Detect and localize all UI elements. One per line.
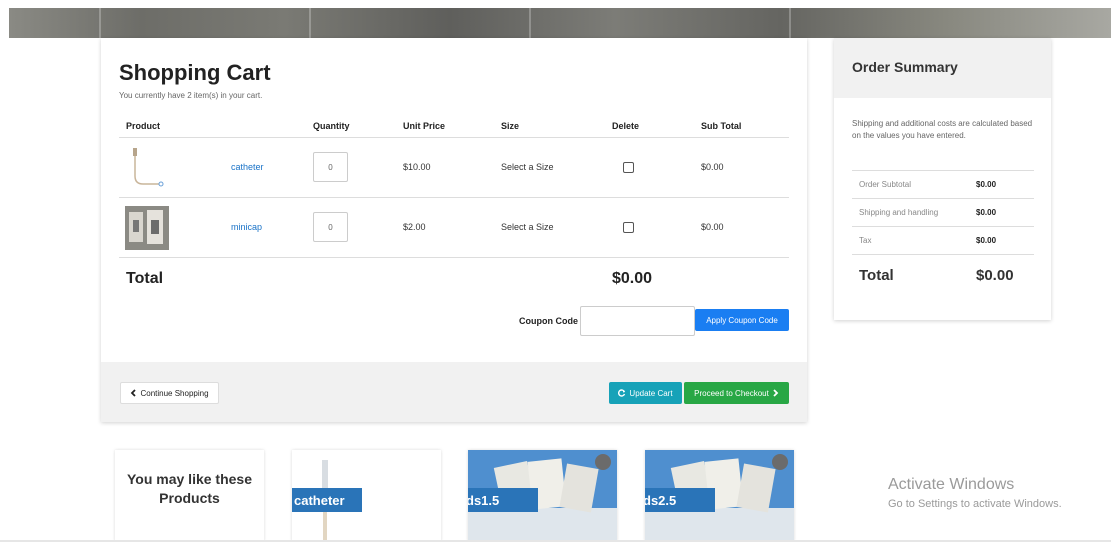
hero-banner xyxy=(9,8,1111,38)
sub-total: $0.00 xyxy=(701,162,724,172)
order-summary-panel: Order Summary Shipping and additional co… xyxy=(834,38,1051,320)
header-delete: Delete xyxy=(612,121,640,131)
cart-total-value: $0.00 xyxy=(612,270,653,287)
page-title: Shopping Cart xyxy=(119,60,271,85)
refresh-icon xyxy=(618,389,626,397)
catheter-thumbnail xyxy=(125,146,169,190)
size-select[interactable]: Select a Size xyxy=(501,162,554,172)
continue-shopping-label: Continue Shopping xyxy=(140,388,209,398)
quantity-input[interactable]: 0 xyxy=(313,152,348,182)
summary-row-subtotal: Order Subtotal $0.00 xyxy=(852,170,1034,198)
recommendation-title: You may like these Products xyxy=(126,471,252,506)
chevron-right-icon xyxy=(773,389,779,397)
product-name-banner: ds2.5 xyxy=(645,488,715,512)
product-name-banner: ds1.5 xyxy=(468,488,538,512)
cart-total-label: Total xyxy=(126,270,164,287)
header-unit-price: Unit Price xyxy=(403,121,446,131)
product-card[interactable]: ds1.5 xyxy=(468,450,617,542)
coupon-input[interactable] xyxy=(580,306,695,336)
watermark-line2: Go to Settings to activate Windows. xyxy=(888,498,1062,510)
order-summary-note: Shipping and additional costs are calcul… xyxy=(852,119,1033,140)
recommendation-heading-card: You may like these Products xyxy=(115,450,264,542)
summary-value: $0.00 xyxy=(976,180,997,189)
unit-price: $10.00 xyxy=(403,162,431,172)
summary-row-shipping: Shipping and handling $0.00 xyxy=(852,198,1034,226)
delete-checkbox[interactable] xyxy=(623,162,634,173)
shopping-cart-panel: Shopping Cart You currently have 2 item(… xyxy=(101,38,807,422)
product-card[interactable]: ds2.5 xyxy=(645,450,794,542)
summary-total-label: Total xyxy=(859,267,894,284)
quantity-input[interactable]: 0 xyxy=(313,212,348,242)
minicap-thumbnail xyxy=(125,206,169,250)
product-link[interactable]: minicap xyxy=(231,222,262,232)
summary-value: $0.00 xyxy=(976,208,997,217)
watermark-line1: Activate Windows xyxy=(888,476,1015,493)
product-card[interactable]: catheter xyxy=(292,450,441,542)
windows-activation-watermark: Activate Windows Go to Settings to activ… xyxy=(888,476,1062,510)
product-name-banner: catheter xyxy=(292,488,362,512)
cart-count-text: You currently have 2 item(s) in your car… xyxy=(119,91,263,100)
cart-table-header: Product Quantity Unit Price Size Delete … xyxy=(119,118,789,138)
unit-price: $2.00 xyxy=(403,222,426,232)
summary-label: Tax xyxy=(859,236,872,245)
header-quantity: Quantity xyxy=(313,121,350,131)
checkout-button[interactable]: Proceed to Checkout xyxy=(684,382,789,404)
summary-value: $0.00 xyxy=(976,236,997,245)
summary-total-value: $0.00 xyxy=(976,267,1014,284)
checkout-label: Proceed to Checkout xyxy=(694,388,769,398)
update-cart-button[interactable]: Update Cart xyxy=(609,382,682,404)
header-sub-total: Sub Total xyxy=(701,121,742,131)
summary-row-tax: Tax $0.00 xyxy=(852,226,1034,254)
table-row: catheter 0 $10.00 Select a Size $0.00 xyxy=(119,138,789,198)
order-summary-title: Order Summary xyxy=(852,59,958,75)
continue-shopping-button[interactable]: Continue Shopping xyxy=(120,382,219,404)
header-size: Size xyxy=(501,121,520,131)
header-product: Product xyxy=(126,121,161,131)
apply-coupon-button[interactable]: Apply Coupon Code xyxy=(695,309,789,331)
chevron-left-icon xyxy=(131,389,137,397)
cart-footer: Continue Shopping Update Cart Proceed to… xyxy=(101,362,807,422)
order-summary-header: Order Summary xyxy=(834,38,1051,98)
summary-label: Order Subtotal xyxy=(859,180,912,189)
delete-checkbox[interactable] xyxy=(623,222,634,233)
sub-total: $0.00 xyxy=(701,222,724,232)
summary-label: Shipping and handling xyxy=(859,208,939,217)
coupon-label: Coupon Code : xyxy=(519,316,584,326)
table-row: minicap 0 $2.00 Select a Size $0.00 xyxy=(119,198,789,258)
size-select[interactable]: Select a Size xyxy=(501,222,554,232)
summary-total-row: Total $0.00 xyxy=(852,254,1034,294)
update-cart-label: Update Cart xyxy=(629,388,673,398)
product-link[interactable]: catheter xyxy=(231,162,264,172)
